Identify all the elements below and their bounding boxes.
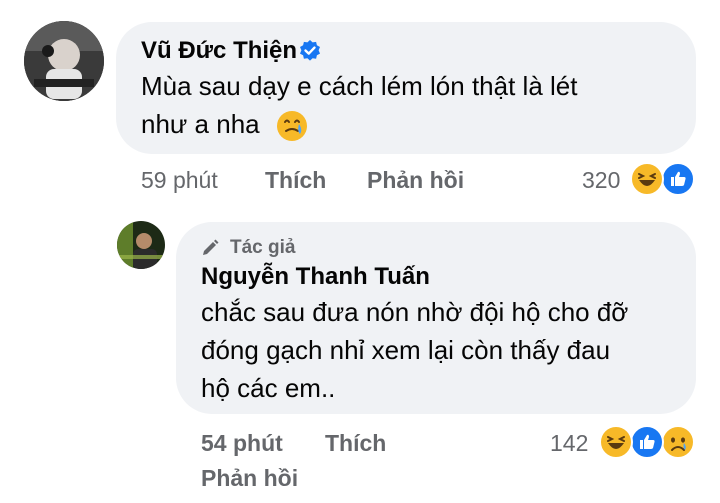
comment-text-line: Mùa sau dạy e cách lém lón thật là lét <box>141 71 578 101</box>
comment-text-line: như a nha <box>141 109 260 139</box>
like-button[interactable]: Thích <box>265 167 326 194</box>
reply-text-line: hộ các em.. <box>201 373 336 403</box>
sad-reaction-icon <box>661 425 695 459</box>
reply-text-line: chắc sau đưa nón nhờ đội hộ cho đỡ <box>201 297 629 327</box>
reply-reply-button[interactable]: Phản hồi <box>201 465 298 492</box>
comment-timestamp[interactable]: 59 phút <box>141 167 218 194</box>
author-badge: Tác giả <box>230 237 296 258</box>
reply-like-button[interactable]: Thích <box>325 430 386 457</box>
reaction-count[interactable]: 320 <box>582 167 620 194</box>
pencil-icon <box>200 238 220 258</box>
crying-smile-emoji-icon <box>276 110 308 142</box>
reply-author-name[interactable]: Nguyễn Thanh Tuấn <box>201 263 430 291</box>
verified-badge-icon <box>298 39 322 63</box>
reply-text-line: đóng gạch nhỉ xem lại còn thấy đau <box>201 335 611 365</box>
comment-author-name[interactable]: Vũ Đức Thiện <box>141 37 297 65</box>
like-reaction-icon <box>630 425 664 459</box>
haha-reaction-icon <box>630 162 664 196</box>
reply-reaction-count[interactable]: 142 <box>550 430 588 457</box>
avatar-vu-duc-thien[interactable] <box>24 21 104 101</box>
avatar-photo <box>117 221 165 269</box>
avatar-nguyen-thanh-tuan[interactable] <box>117 221 165 269</box>
reply-timestamp[interactable]: 54 phút <box>201 430 283 457</box>
haha-reaction-icon <box>599 425 633 459</box>
like-reaction-icon <box>661 162 695 196</box>
avatar-photo <box>24 21 104 101</box>
reply-button[interactable]: Phản hồi <box>367 167 464 194</box>
